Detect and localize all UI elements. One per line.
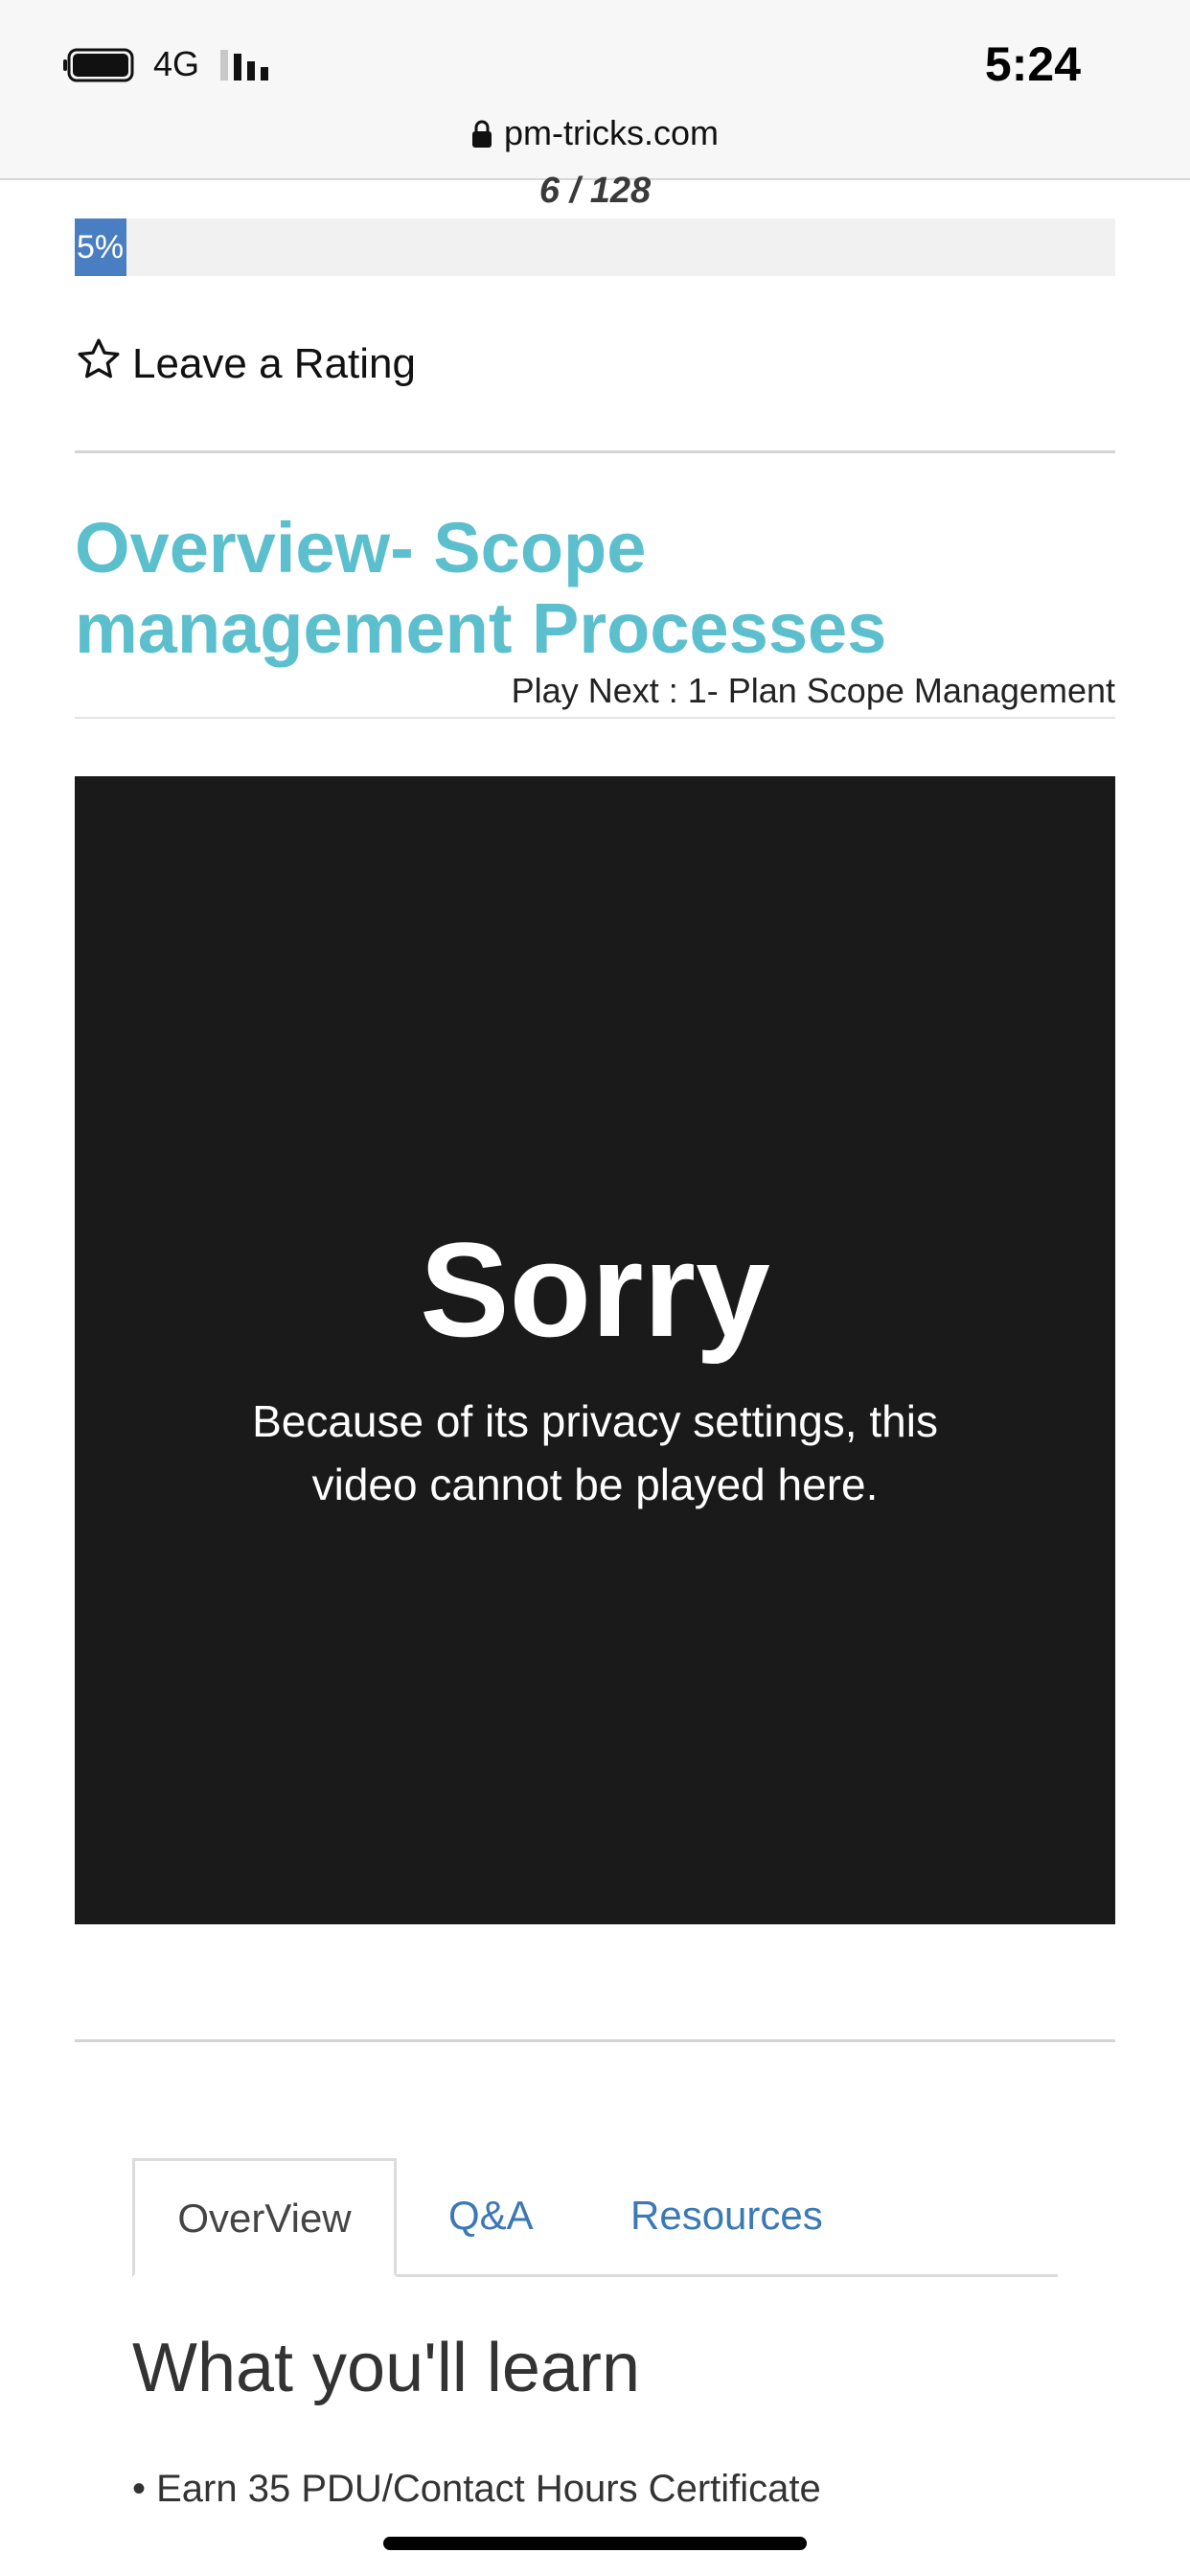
home-indicator[interactable] [383,2537,807,2550]
course-tabs: OverView Q&A Resources [132,2158,1058,2277]
what-youll-learn-heading: What you'll learn [132,2330,640,2406]
battery-icon [63,48,134,82]
divider [75,2039,1115,2042]
progress-fill: 5% [75,218,127,276]
signal-strength-icon [220,50,268,80]
tab-overview[interactable]: OverView [132,2158,397,2277]
leave-rating-label: Leave a Rating [132,340,416,387]
lesson-title: Overview- Scope management Processes [75,508,887,668]
divider [75,450,1115,453]
network-type: 4G [153,44,200,83]
browser-top-bar: 4G 5:24 pm-tricks.com [0,0,1190,180]
leave-rating-button[interactable]: Leave a Rating [75,335,416,388]
address-bar[interactable]: pm-tricks.com [0,113,1190,153]
bullet: • [132,2468,157,2510]
learn-item-text: Earn 35 PDU/Contact Hours Certificate [156,2468,821,2510]
clock: 5:24 [984,37,1081,91]
learn-list-item: • Earn 35 PDU/Contact Hours Certificate [132,2468,821,2511]
star-icon [78,338,120,379]
tab-resources[interactable]: Resources [630,2158,823,2277]
tab-qa[interactable]: Q&A [448,2158,534,2277]
divider [75,717,1115,719]
video-error-message: Because of its privacy settings, this vi… [252,1396,938,1509]
video-player[interactable]: Sorry Because of its privacy settings, t… [75,776,1115,1924]
lock-icon [472,120,492,148]
url-text: pm-tricks.com [504,113,719,152]
lesson-counter: 6 / 128 [538,171,652,211]
course-progress-bar: 5% [75,218,1115,276]
video-error-heading: Sorry [420,1214,770,1365]
play-next-link[interactable]: Play Next : 1- Plan Scope Management [512,671,1115,711]
